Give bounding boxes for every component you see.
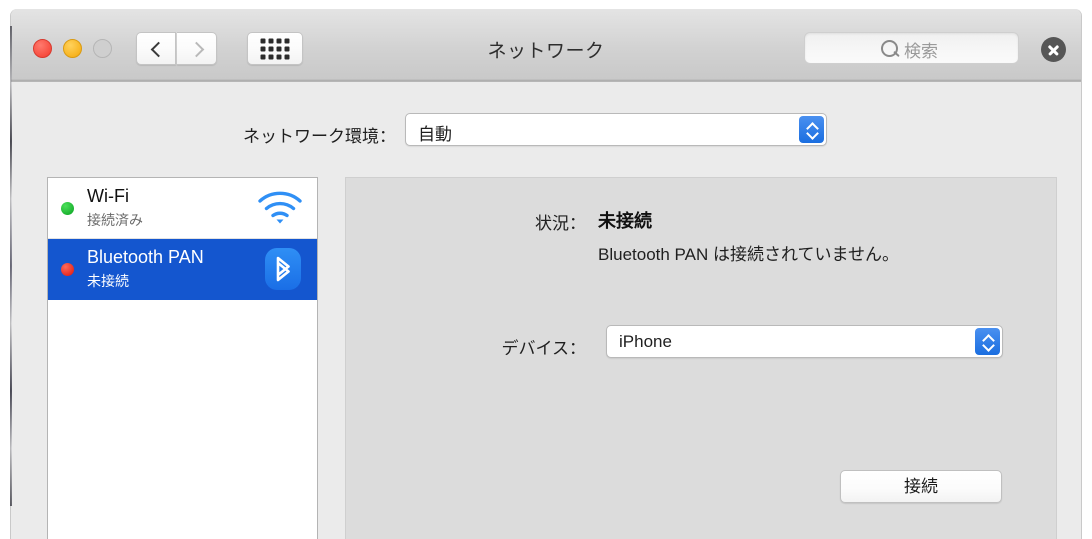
network-preferences-window: ネットワーク 検索 ネットワーク環境： 自動 Wi-Fi 接続済み Blueto… bbox=[10, 9, 1082, 539]
preferences-content: ネットワーク環境： 自動 Wi-Fi 接続済み Bluetooth PAN 未接… bbox=[11, 81, 1081, 539]
service-detail-pane: 状況： 未接続 Bluetooth PAN は接続されていません。 デバイス： … bbox=[345, 177, 1057, 539]
device-label: デバイス： bbox=[501, 339, 587, 358]
location-label: ネットワーク環境： bbox=[243, 127, 396, 146]
service-name: Wi-Fi bbox=[87, 186, 129, 206]
connect-button[interactable]: 接続 bbox=[840, 470, 1002, 503]
bluetooth-icon bbox=[265, 248, 301, 290]
service-state: 接続済み bbox=[87, 212, 143, 228]
device-value: iPhone bbox=[619, 332, 672, 351]
window-toolbar: ネットワーク 検索 bbox=[11, 9, 1081, 81]
search-field-wrapper[interactable]: 検索 bbox=[804, 32, 1066, 64]
clear-search-icon[interactable] bbox=[1041, 37, 1066, 62]
search-icon bbox=[881, 40, 898, 57]
list-item[interactable]: Wi-Fi 接続済み bbox=[48, 178, 317, 239]
status-dot-icon bbox=[61, 202, 74, 215]
service-name: Bluetooth PAN bbox=[87, 247, 204, 267]
wifi-icon bbox=[257, 190, 303, 226]
device-popup-button[interactable]: iPhone bbox=[606, 325, 1003, 358]
chevron-updown-icon bbox=[799, 116, 824, 143]
service-state: 未接続 bbox=[87, 273, 129, 289]
status-label: 状況： bbox=[535, 214, 586, 233]
status-dot-icon bbox=[61, 263, 74, 276]
network-service-list[interactable]: Wi-Fi 接続済み Bluetooth PAN 未接続 bbox=[47, 177, 318, 539]
list-item[interactable]: Bluetooth PAN 未接続 bbox=[48, 239, 317, 300]
location-popup-button[interactable]: 自動 bbox=[405, 113, 827, 146]
location-value: 自動 bbox=[418, 125, 452, 144]
search-placeholder: 検索 bbox=[904, 42, 938, 61]
status-value: 未接続 bbox=[598, 211, 652, 231]
status-description: Bluetooth PAN は接続されていません。 bbox=[598, 245, 899, 264]
chevron-updown-icon bbox=[975, 328, 1000, 355]
